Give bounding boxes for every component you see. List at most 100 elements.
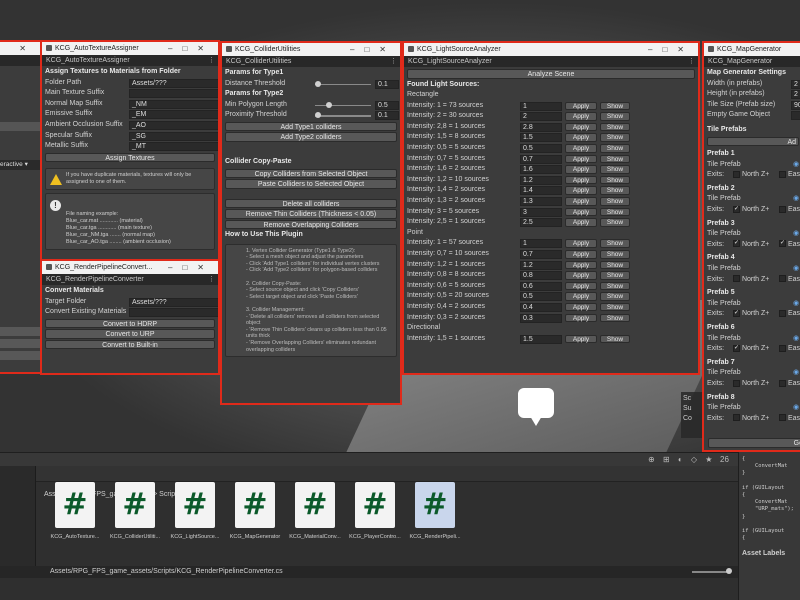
window-tab[interactable]	[0, 55, 40, 66]
intensity-input[interactable]: 1.3	[520, 197, 562, 207]
north-checkbox[interactable]: ✓	[733, 344, 740, 352]
east-checkbox[interactable]	[779, 170, 786, 178]
intensity-input[interactable]: 0.6	[520, 281, 562, 291]
north-checkbox[interactable]	[733, 170, 740, 178]
show-button[interactable]: Show	[600, 144, 630, 153]
apply-button[interactable]: Apply	[565, 154, 597, 164]
normal-map-suffix-input[interactable]: _NM	[129, 99, 218, 109]
apply-button[interactable]: Apply	[565, 207, 597, 217]
window-tab[interactable]: KCG_AutoTextureAssigner ⋮	[42, 55, 218, 66]
show-button[interactable]: Show	[600, 154, 630, 164]
apply-button[interactable]: Apply	[565, 101, 597, 111]
window-tab[interactable]: KCG_LightSourceAnalyzer ⋮	[404, 56, 698, 67]
apply-button[interactable]: Apply	[565, 281, 597, 291]
generate-button[interactable]: Ge	[708, 438, 800, 448]
left-button-1[interactable]	[0, 327, 40, 336]
object-picker-icon[interactable]: ◉	[793, 160, 799, 171]
delete-colliders-button[interactable]: Delete all colliders	[225, 198, 397, 209]
north-checkbox[interactable]: ✓	[733, 310, 740, 318]
apply-button[interactable]: Apply	[565, 197, 597, 206]
intensity-input[interactable]: 3	[520, 207, 562, 217]
apply-button[interactable]: Apply	[565, 313, 597, 323]
intensity-input[interactable]: 1	[520, 101, 562, 111]
folder-path-input[interactable]: Assets/???	[129, 78, 218, 88]
remove-thin-button[interactable]: Remove Thin Colliders (Thickness < 0.05)	[225, 209, 397, 219]
width-input[interactable]: 2	[791, 79, 800, 89]
intensity-input[interactable]: 0.5	[520, 292, 562, 302]
main-texture-suffix-input[interactable]	[129, 89, 218, 99]
apply-button[interactable]: Apply	[565, 218, 597, 227]
ao-suffix-input[interactable]: _AO	[129, 120, 218, 130]
east-checkbox[interactable]	[779, 205, 786, 213]
north-checkbox[interactable]: ✓	[733, 205, 740, 213]
window-titlebar[interactable]: KCG_LightSourceAnalyzer –□✕	[404, 43, 698, 56]
left-button-2[interactable]	[0, 339, 40, 348]
min-polygon-slider-knob[interactable]	[326, 101, 332, 108]
window-close-icon[interactable]: ✕	[19, 42, 36, 55]
intensity-input[interactable]: 2.5	[520, 218, 562, 228]
apply-button[interactable]: Apply	[565, 186, 597, 195]
show-button[interactable]: Show	[600, 250, 630, 259]
show-button[interactable]: Show	[600, 186, 630, 195]
window-controls[interactable]: –□✕	[350, 43, 396, 56]
show-button[interactable]: Show	[600, 207, 630, 217]
apply-button[interactable]: Apply	[565, 302, 597, 312]
analyze-scene-button[interactable]: Analyze Scene	[407, 69, 695, 79]
tile-size-input[interactable]: 90	[791, 100, 800, 110]
show-button[interactable]: Show	[600, 112, 630, 121]
script-asset[interactable]: # KCG_PlayerContro...	[347, 482, 403, 540]
show-button[interactable]: Show	[600, 165, 630, 174]
show-button[interactable]: Show	[600, 122, 630, 132]
apply-button[interactable]: Apply	[565, 112, 597, 121]
intensity-input[interactable]: 2.8	[520, 122, 562, 132]
show-button[interactable]: Show	[600, 334, 630, 344]
apply-button[interactable]: Apply	[565, 250, 597, 259]
show-button[interactable]: Show	[600, 313, 630, 323]
kebab-menu-icon[interactable]: ⋮	[390, 56, 397, 67]
specular-suffix-input[interactable]: _SG	[129, 131, 218, 141]
show-button[interactable]: Show	[600, 101, 630, 111]
kebab-menu-icon[interactable]: ⋮	[208, 274, 215, 285]
apply-button[interactable]: Apply	[565, 122, 597, 132]
show-button[interactable]: Show	[600, 239, 630, 248]
apply-button[interactable]: Apply	[565, 175, 597, 185]
empty-object-field[interactable]	[791, 111, 800, 121]
left-button-3[interactable]	[0, 351, 40, 360]
assign-textures-button[interactable]: Assign Textures	[45, 152, 215, 163]
apply-button[interactable]: Apply	[565, 260, 597, 270]
east-checkbox[interactable]	[779, 310, 786, 318]
script-asset[interactable]: # KCG_MaterialConv...	[287, 482, 343, 540]
window-titlebar[interactable]: KCG_ColliderUtilities –□✕	[222, 43, 400, 56]
intensity-input[interactable]: 1	[520, 239, 562, 249]
distance-slider-track[interactable]	[315, 83, 371, 86]
window-controls[interactable]: –□✕	[648, 43, 694, 56]
show-button[interactable]: Show	[600, 260, 630, 270]
window-titlebar[interactable]: ✕	[0, 42, 40, 55]
window-titlebar[interactable]: KCG_AutoTextureAssigner –□✕	[42, 42, 218, 55]
show-button[interactable]: Show	[600, 292, 630, 301]
object-picker-icon[interactable]: ◉	[793, 229, 799, 240]
object-picker-icon[interactable]: ◉	[793, 368, 799, 379]
add-prefab-button[interactable]: Ad	[707, 136, 799, 147]
show-button[interactable]: Show	[600, 175, 630, 185]
east-checkbox[interactable]	[779, 379, 786, 387]
paste-colliders-button[interactable]: Paste Colliders to Selected Object	[225, 179, 397, 189]
north-checkbox[interactable]	[733, 379, 740, 387]
window-tab[interactable]: KCG_RenderPipelineConverter ⋮	[42, 274, 218, 285]
script-asset[interactable]: # KCG_RenderPipeli...	[407, 482, 463, 540]
apply-button[interactable]: Apply	[565, 239, 597, 248]
show-button[interactable]: Show	[600, 197, 630, 206]
interactive-dropdown[interactable]: eractive ▾	[0, 160, 40, 170]
intensity-input[interactable]: 0.4	[520, 302, 562, 312]
intensity-input[interactable]: 1.2	[520, 175, 562, 185]
script-asset[interactable]: # KCG_AutoTexture...	[47, 482, 103, 540]
show-button[interactable]: Show	[600, 271, 630, 280]
convert-builtin-button[interactable]: Convert to Built-in	[45, 339, 215, 350]
object-picker-icon[interactable]: ◉	[793, 264, 799, 275]
apply-button[interactable]: Apply	[565, 292, 597, 301]
proximity-slider-knob[interactable]	[315, 112, 322, 119]
intensity-input[interactable]: 0.5	[520, 144, 562, 154]
north-checkbox[interactable]: ✓	[733, 240, 740, 248]
script-asset[interactable]: # KCG_ColliderUtiliti...	[107, 482, 163, 540]
intensity-input[interactable]: 0.7	[520, 250, 562, 259]
